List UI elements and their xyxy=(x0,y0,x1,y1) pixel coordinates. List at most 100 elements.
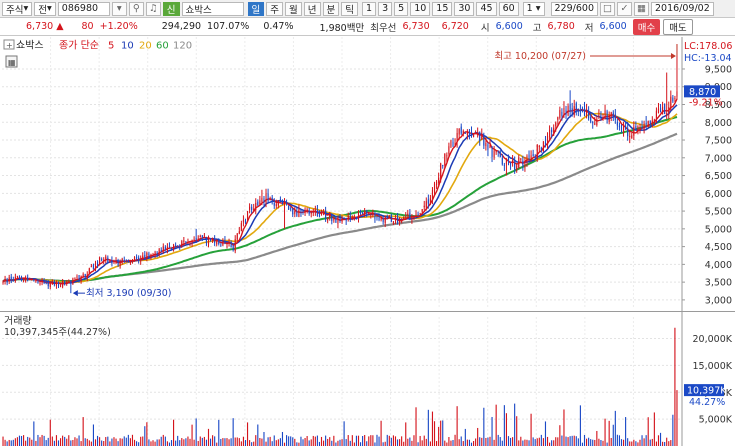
count-field[interactable]: 229/600 xyxy=(550,1,598,16)
volume-bar xyxy=(571,435,573,446)
candle-body xyxy=(222,241,224,246)
volume-bar xyxy=(187,436,189,446)
volume-bar xyxy=(70,440,72,446)
candle-body xyxy=(238,231,240,234)
interval-10-button[interactable]: 10 xyxy=(410,1,431,16)
market-label: 주식 xyxy=(6,4,24,16)
candle-body xyxy=(2,281,4,283)
volume-bar xyxy=(111,438,113,446)
volume-bar xyxy=(263,432,265,446)
candle-body xyxy=(99,257,101,265)
search-button[interactable]: ⚲ xyxy=(128,1,144,16)
candle-body xyxy=(639,129,641,131)
volume-bar xyxy=(655,441,657,446)
volume-bar xyxy=(66,438,68,446)
period-year-button[interactable]: 년 xyxy=(303,1,321,16)
period-month-button[interactable]: 월 xyxy=(285,1,302,16)
candle-body xyxy=(588,112,590,119)
candle-body xyxy=(627,128,629,137)
volume-bar xyxy=(185,438,187,446)
candle-body xyxy=(88,268,90,274)
candle-body xyxy=(259,200,261,205)
grid-button[interactable]: ▦ xyxy=(634,1,649,16)
candle-body xyxy=(649,120,651,125)
mode-button[interactable]: □ xyxy=(600,1,615,16)
period-tick-button[interactable]: 틱 xyxy=(341,1,359,16)
volume-bar xyxy=(534,439,536,446)
volume-bar xyxy=(415,407,417,446)
signal-badge[interactable]: 신 xyxy=(162,1,180,16)
grid-icon: ▦ xyxy=(637,3,646,14)
market-type-select[interactable]: 전 ▾ xyxy=(34,1,56,16)
check-button[interactable]: ✓ xyxy=(617,1,632,16)
candle-body xyxy=(419,213,421,215)
candle-body xyxy=(109,260,111,262)
candle-body xyxy=(111,259,113,264)
volume-bar xyxy=(561,435,563,446)
interval-45-button[interactable]: 45 xyxy=(476,1,497,16)
interval-label: 45 xyxy=(480,3,493,14)
unit-select[interactable]: 1 ▾ xyxy=(522,1,545,16)
volume-bar xyxy=(244,440,247,446)
candle-body xyxy=(119,261,121,267)
candle-body xyxy=(668,107,670,114)
volume-bar xyxy=(452,440,454,446)
period-minute-button[interactable]: 분 xyxy=(322,1,340,16)
period-day-button[interactable]: 일 xyxy=(247,1,265,16)
count-value: 229 xyxy=(554,3,573,14)
volume-value: 294,290 xyxy=(161,21,202,32)
volume-bar xyxy=(528,440,530,446)
buy-button[interactable]: 매수 xyxy=(632,18,661,35)
stock-code-input[interactable]: 086980 xyxy=(57,1,110,16)
candle-body xyxy=(614,114,616,120)
square-icon: □ xyxy=(603,3,612,14)
date-field[interactable]: 2016/09/02 xyxy=(651,1,714,16)
candle-body xyxy=(166,247,168,251)
sound-button[interactable]: ♫ xyxy=(145,1,161,16)
code-dropdown-button[interactable]: ▾ xyxy=(111,1,127,16)
candle-body xyxy=(643,123,645,130)
interval-label: 3 xyxy=(382,3,389,14)
interval-15-button[interactable]: 15 xyxy=(432,1,453,16)
candle-body xyxy=(107,257,109,263)
candle-body xyxy=(417,214,419,216)
candle-body xyxy=(528,154,530,160)
candle-body xyxy=(598,115,600,117)
max-annotation: 최고 10,200 (07/27) xyxy=(494,51,586,62)
volume-bar xyxy=(236,437,238,446)
candle-body xyxy=(546,135,549,145)
chart-area[interactable]: 3,000 3,500 4,000 4,500 5,000 5,500 6,000 6,500… xyxy=(0,37,735,446)
candle-body xyxy=(306,209,308,211)
candle-body xyxy=(394,218,397,220)
candle-body xyxy=(600,114,602,119)
candle-body xyxy=(499,151,501,158)
volume-bar xyxy=(101,440,103,446)
volume-bar xyxy=(294,438,296,446)
volume-bar xyxy=(216,442,218,446)
interval-1-button[interactable]: 1 xyxy=(362,1,377,16)
volume-bar xyxy=(158,439,160,446)
interval-30-button[interactable]: 30 xyxy=(454,1,475,16)
sell-button[interactable]: 매도 xyxy=(663,18,693,35)
interval-60-button[interactable]: 60 xyxy=(498,1,519,16)
candle-body xyxy=(458,128,460,135)
candle-body xyxy=(376,216,378,218)
interval-3-button[interactable]: 3 xyxy=(378,1,393,16)
volume-bar xyxy=(359,442,362,446)
volume-bar xyxy=(64,436,66,446)
market-select[interactable]: 주식 ▾ xyxy=(2,1,33,16)
period-week-button[interactable]: 주 xyxy=(266,1,284,16)
candle-body xyxy=(472,133,475,137)
price-volume-chart[interactable]: 3,000 3,500 4,000 4,500 5,000 5,500 6,000 6,500… xyxy=(0,37,735,446)
candle-body xyxy=(396,217,399,223)
candle-body xyxy=(347,215,349,219)
candle-body xyxy=(162,246,164,252)
period-label: 년 xyxy=(307,4,317,16)
candle-body xyxy=(191,239,193,244)
candle-body xyxy=(314,209,316,212)
candle-body xyxy=(144,254,146,259)
ask-price: 6,730 xyxy=(402,21,430,32)
price-change-pct: +1.20% xyxy=(99,21,138,32)
interval-5-button[interactable]: 5 xyxy=(394,1,409,16)
volume-bar xyxy=(538,437,540,446)
